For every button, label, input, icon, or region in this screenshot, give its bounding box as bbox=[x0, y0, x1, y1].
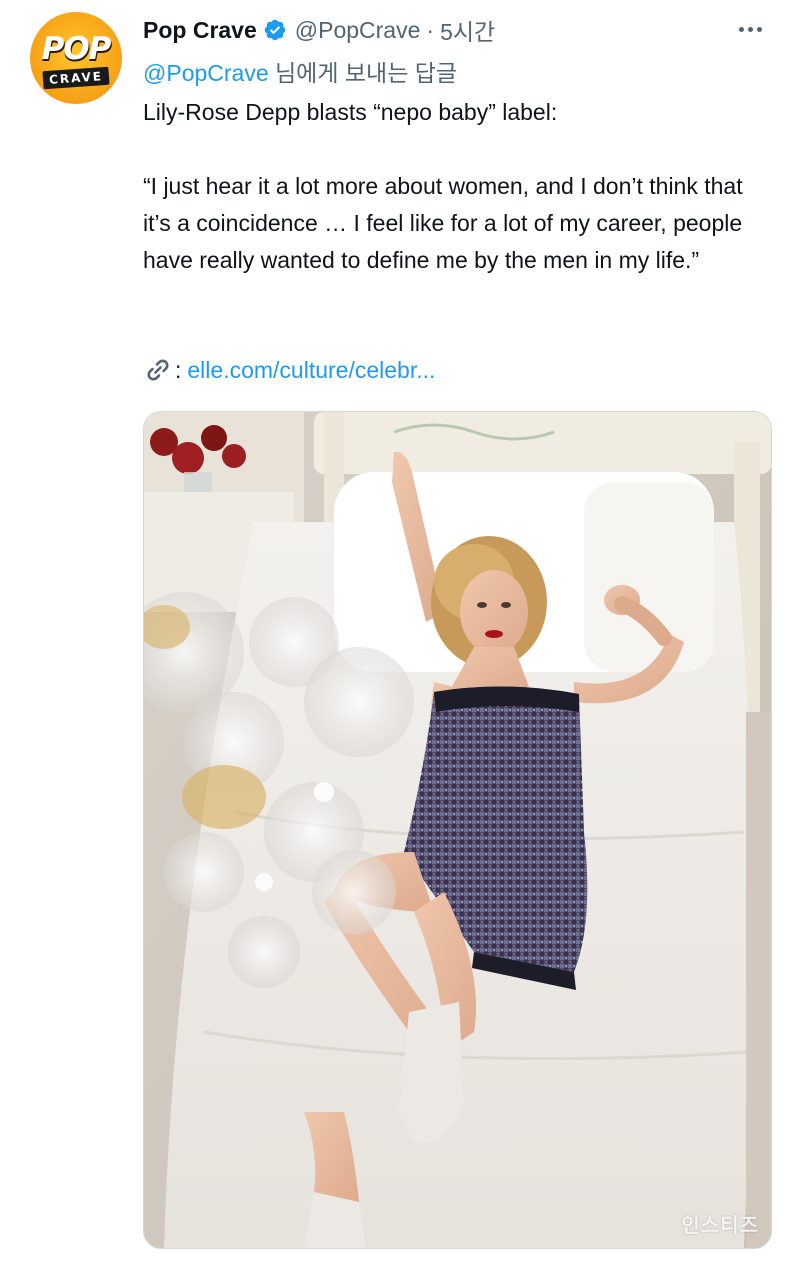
photo-illustration bbox=[144, 412, 771, 1248]
link-row: : elle.com/culture/celebr... bbox=[143, 352, 435, 388]
verified-badge-icon bbox=[263, 18, 287, 42]
tweet-photo[interactable]: 인스티즈 bbox=[143, 411, 772, 1249]
tweet-timestamp[interactable]: 5시간 bbox=[440, 13, 495, 47]
link-icon bbox=[143, 355, 173, 385]
author-avatar[interactable]: POP CRAVE bbox=[30, 12, 122, 104]
tweet-header: Pop Crave @PopCrave · 5시간 bbox=[143, 12, 770, 48]
tweet-text-quote: “I just hear it a lot more about women, … bbox=[143, 173, 743, 273]
author-handle[interactable]: @PopCrave bbox=[295, 17, 421, 44]
avatar-logo-pop: POP bbox=[41, 30, 112, 67]
tweet-text: Lily-Rose Depp blasts “nepo baby” label:… bbox=[143, 94, 773, 279]
reply-mention-link[interactable]: @PopCrave bbox=[143, 60, 269, 86]
tweet-text-headline: Lily-Rose Depp blasts “nepo baby” label: bbox=[143, 99, 558, 125]
avatar-logo-crave: CRAVE bbox=[42, 66, 110, 89]
author-name[interactable]: Pop Crave bbox=[143, 17, 257, 44]
photo-watermark: 인스티즈 bbox=[681, 1215, 759, 1237]
more-options-icon[interactable] bbox=[730, 14, 770, 44]
separator-dot: · bbox=[426, 16, 435, 43]
article-link[interactable]: elle.com/culture/celebr... bbox=[187, 357, 435, 384]
reply-context-suffix: 님에게 보내는 답글 bbox=[268, 60, 458, 86]
reply-context: @PopCrave 님에게 보내는 답글 bbox=[143, 54, 457, 88]
link-colon: : bbox=[175, 356, 182, 383]
